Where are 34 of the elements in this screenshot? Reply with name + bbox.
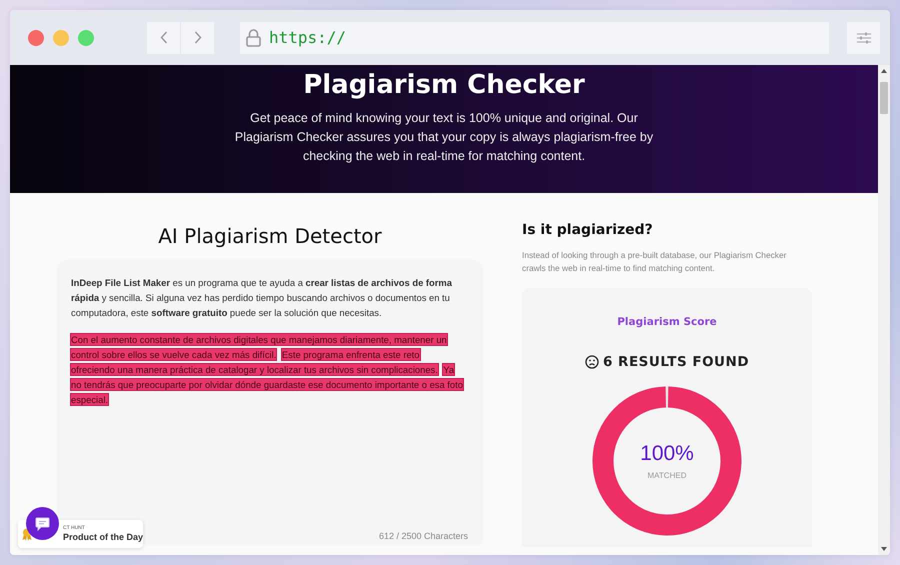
score-label: Plagiarism Score [617,316,717,328]
chat-icon [35,516,50,530]
sliders-icon [856,32,870,44]
scrollbar-thumb[interactable] [880,82,888,114]
badge-title: Product of the Day [63,532,144,543]
lock-icon [246,28,261,46]
highlighted-text: control sobre ellos se vuelve cada vez más difícil. [71,349,276,360]
match-percentage: 100% [640,442,694,466]
award-icon [22,528,32,541]
highlighted-text: Este programa enfrenta este reto [282,349,420,360]
close-window-button[interactable] [28,30,44,46]
hero-title: Plagiarism Checker [303,69,585,102]
section-description: Instead of looking through a pre-built database, our Plagiarism Checker crawls the web in real-time to find matching content. [522,249,788,274]
highlighted-text: Ya [443,364,454,375]
highlighted-text: Con el aumento constante de archivos digitales que manejamos diariamente, mantener un [71,334,447,345]
scrollbar[interactable] [878,65,890,555]
hero-description: Get peace of mind knowing your text is 100% unique and original. Our Plagiarism Checker assures you that your copy is always plagiarism-free by checking the web in real-time for matching content. [234,110,654,165]
match-caption: MATCHED [648,471,686,480]
sad-face-icon [584,355,599,369]
detector-title: AI Plagiarism Detector [157,224,383,248]
settings-button[interactable] [847,22,880,54]
highlighted-text: no tendrás que preocuparte por olvidar dónde guardaste ese documento importante o esa foto [71,379,463,390]
paragraph-text: InDeep File List Maker es un programa que te ayuda a crear listas de archivos de forma rápida y sencilla. Si alguna vez has perdido tiempo buscando archivos o documentos en tu computadora, este software gratuito puede ser la solución que necesitas. [71,277,452,318]
highlighted-text: especial. [71,394,108,405]
character-counter: 612 / 2500 Characters [378,531,468,541]
results-count: 6 RESULTS FOUND [602,354,750,370]
scroll-down-arrow-icon[interactable] [881,546,887,552]
section-heading: Is it plagiarized? [522,222,654,238]
minimize-window-button[interactable] [53,30,69,46]
maximize-window-button[interactable] [78,30,94,46]
scroll-up-arrow-icon[interactable] [881,68,887,74]
back-button[interactable] [147,22,180,54]
forward-button[interactable] [181,22,214,54]
highlighted-text: ofreciendo una manera práctica de catalogar y localizar tus archivos sin complicaciones. [71,364,438,375]
